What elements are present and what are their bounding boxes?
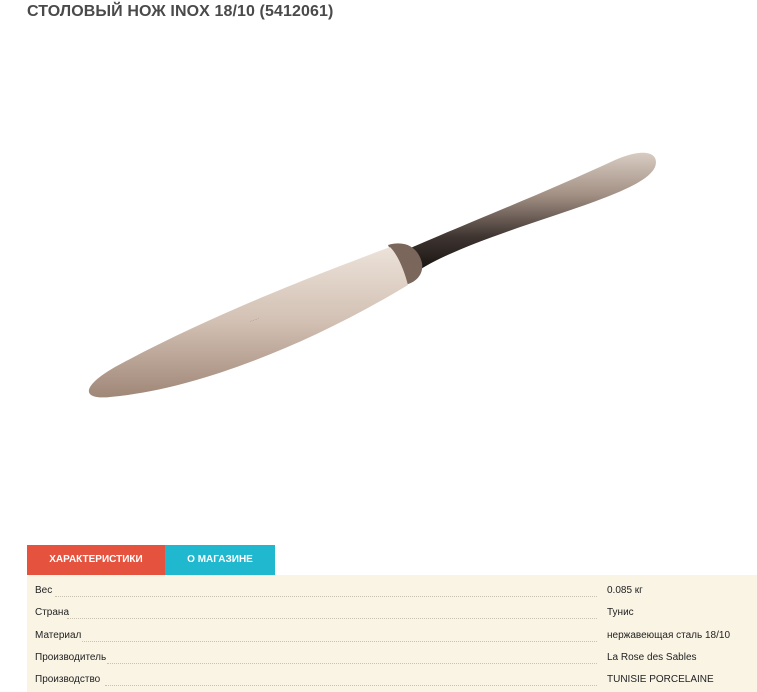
spec-label: Страна [35,607,74,618]
spec-row-country: Страна Тунис [27,602,757,624]
spec-row-material: Материал нержавеющая сталь 18/10 [27,625,757,647]
spec-row-production: Производство TUNISIE PORCELAINE [27,669,757,691]
tab-bar: ХАРАКТЕРИСТИКИ О МАГАЗИНЕ [27,545,275,575]
product-title: СТОЛОВЫЙ НОЖ INOX 18/10 (5412061) [27,3,334,20]
spec-label: Производство [35,674,105,685]
spec-row-manufacturer: Производитель La Rose des Sables [27,647,757,669]
tab-about-store[interactable]: О МАГАЗИНЕ [165,545,275,575]
spec-label: Вес [35,585,57,596]
spec-value: нержавеющая сталь 18/10 [607,630,731,641]
spec-value: 0.085 кг [607,585,643,596]
tab-characteristics[interactable]: ХАРАКТЕРИСТИКИ [27,545,165,575]
spec-value: La Rose des Sables [607,652,697,663]
specs-table: Вес 0.085 кг Страна Тунис Материал нержа… [27,575,757,692]
spec-row-weight: Вес 0.085 кг [27,580,757,602]
spec-value: TUNISIE PORCELAINE [607,674,714,685]
spec-label: Материал [35,630,86,641]
product-image: ······ [88,152,656,398]
spec-label: Производитель [35,652,111,663]
spec-value: Тунис [607,607,634,618]
